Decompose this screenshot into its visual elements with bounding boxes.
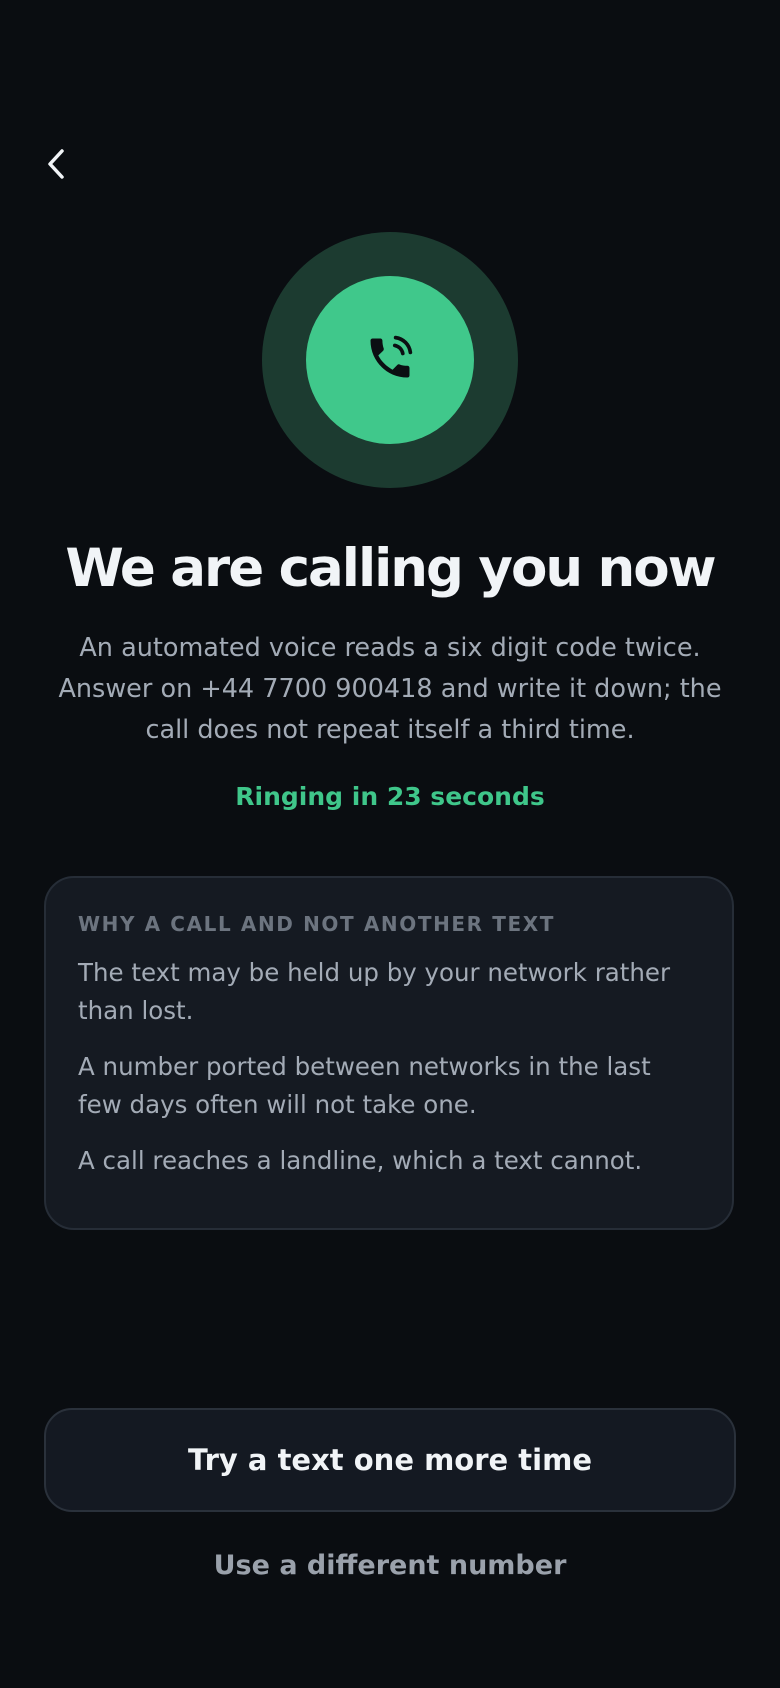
info-card-heading: WHY A CALL AND NOT ANOTHER TEXT <box>78 912 556 936</box>
call-instructions: An automated voice reads a six digit cod… <box>58 633 722 745</box>
call-status-badge-inner <box>306 276 474 444</box>
phone-ringing-icon <box>364 332 416 388</box>
chevron-left-icon <box>45 147 67 185</box>
retry-text-button[interactable]: Try a text one more time <box>44 1408 736 1512</box>
info-card-reason: A number ported between networks in the … <box>78 1052 651 1119</box>
info-card-reason: The text may be held up by your network … <box>78 958 671 1025</box>
page-title: We are calling you now <box>65 538 716 599</box>
back-button[interactable] <box>36 140 76 192</box>
use-different-number-link[interactable]: Use a different number <box>0 1540 780 1590</box>
call-status-badge <box>262 232 518 488</box>
info-card-reason: A call reaches a landline, which a text … <box>78 1146 643 1175</box>
ringing-countdown: Ringing in 23 seconds <box>235 782 545 811</box>
info-card: WHY A CALL AND NOT ANOTHER TEXT The text… <box>44 876 734 1230</box>
